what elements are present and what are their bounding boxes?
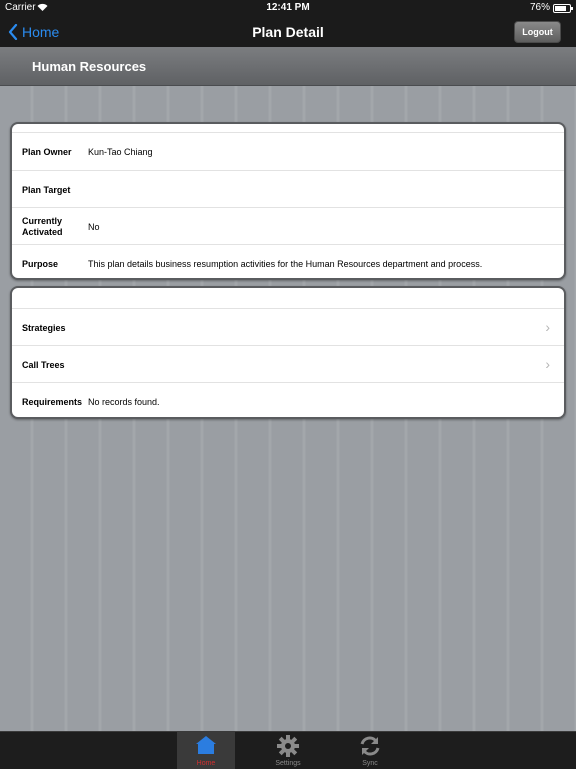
gear-icon: [277, 735, 299, 757]
page-title: Plan Detail: [252, 24, 324, 40]
logout-button[interactable]: Logout: [514, 21, 561, 43]
tab-settings-label: Settings: [275, 760, 301, 767]
plan-links-card: Strategies › Call Trees › Requirements N…: [10, 286, 566, 419]
tab-settings[interactable]: Settings: [259, 732, 317, 769]
call-trees-row[interactable]: Call Trees ›: [12, 345, 564, 383]
purpose-value: This plan details business resumption ac…: [88, 259, 483, 269]
chevron-right-icon: ›: [545, 319, 550, 335]
plan-owner-row: Plan Owner Kun-Tao Chiang: [12, 132, 564, 171]
battery-icon: [553, 4, 573, 13]
currently-activated-label: Currently Activated: [22, 216, 63, 237]
tab-home[interactable]: Home: [177, 732, 235, 769]
tab-home-label: Home: [196, 760, 216, 767]
requirements-value: No records found.: [88, 397, 160, 407]
section-title: Human Resources: [32, 59, 147, 74]
currently-activated-value: No: [88, 222, 100, 232]
plan-target-label: Plan Target: [22, 185, 71, 195]
purpose-label: Purpose: [22, 259, 59, 269]
currently-activated-row: Currently Activated No: [12, 207, 564, 245]
status-bar: Carrier 12:41 PM 76%: [0, 0, 576, 16]
battery-percentage: 76%: [529, 2, 550, 13]
status-time: 12:41 PM: [266, 2, 310, 13]
requirements-label: Requirements: [22, 397, 83, 407]
strategies-label: Strategies: [22, 323, 66, 333]
plan-details-card: Plan Owner Kun-Tao Chiang Plan Target Cu…: [10, 122, 566, 280]
navigation-bar: Home Plan Detail Logout: [0, 16, 576, 47]
call-trees-label: Call Trees: [22, 360, 65, 370]
tab-sync-label: Sync: [362, 760, 378, 767]
tab-bar: Home Settings Sync: [0, 731, 576, 769]
requirements-row: Requirements No records found.: [12, 382, 564, 418]
sync-icon: [360, 736, 380, 756]
tab-sync[interactable]: Sync: [341, 732, 399, 769]
purpose-row: Purpose This plan details business resum…: [12, 244, 564, 279]
section-header: Human Resources: [0, 47, 576, 86]
plan-owner-label: Plan Owner: [22, 147, 72, 157]
plan-owner-value: Kun-Tao Chiang: [88, 147, 153, 157]
home-icon: [196, 736, 216, 754]
strategies-row[interactable]: Strategies ›: [12, 308, 564, 346]
chevron-right-icon: ›: [545, 356, 550, 372]
plan-target-row: Plan Target: [12, 170, 564, 208]
